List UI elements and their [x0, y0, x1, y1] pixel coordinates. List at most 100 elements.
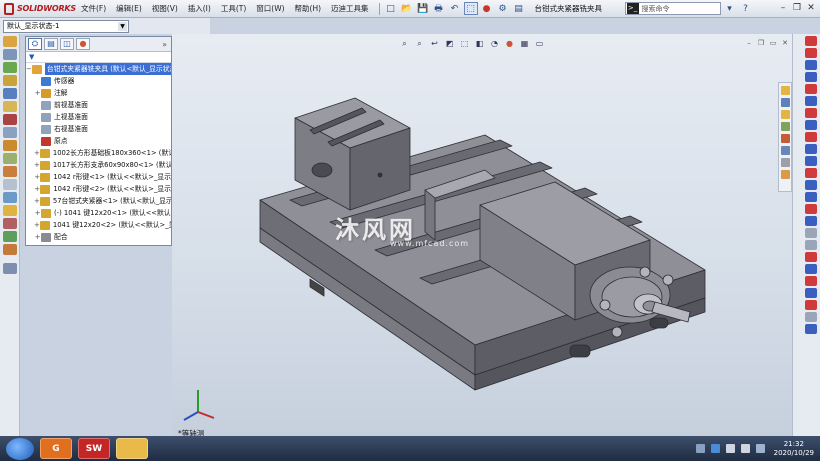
relations-icon[interactable] [805, 228, 817, 238]
instant3d-icon[interactable] [3, 231, 17, 242]
tray-expand-icon[interactable] [695, 444, 705, 453]
expand-plus-icon[interactable]: + [34, 231, 41, 243]
linear-pattern-icon[interactable] [3, 62, 17, 73]
explode-line-sketch-icon[interactable] [3, 179, 17, 190]
system-clock[interactable]: 21:32 2020/10/29 [774, 440, 814, 458]
viewport-close-icon[interactable]: ✕ [780, 39, 790, 48]
tree-item[interactable]: 上视基准面 [26, 111, 171, 123]
text-icon[interactable] [805, 168, 817, 178]
point-icon[interactable] [805, 144, 817, 154]
viewport-tile-icon[interactable]: ▭ [768, 39, 778, 48]
tab-configuration-manager[interactable]: ◫ [60, 38, 74, 50]
new-document-icon[interactable]: □ [384, 2, 398, 15]
offset-icon[interactable] [805, 192, 817, 202]
network-icon[interactable] [725, 444, 735, 453]
tree-item[interactable]: +1017长方形支承60x90x80<1> (默认 [26, 159, 171, 171]
rectangle-tool-icon[interactable] [805, 72, 817, 82]
print-icon[interactable]: 🖶 [432, 2, 446, 15]
tree-item[interactable]: +1042 r形键<1> (默认<<默认>_显示 [26, 171, 171, 183]
tree-item[interactable]: 传感器 [26, 75, 171, 87]
viewport-minimize-icon[interactable]: – [744, 39, 754, 48]
interference-detection-icon[interactable] [3, 192, 17, 203]
restore-icon[interactable]: ❐ [790, 1, 804, 15]
filter-bar[interactable]: ▼ [26, 52, 171, 63]
appearances-icon[interactable] [781, 134, 790, 143]
menu-file[interactable]: 文件(F) [76, 0, 111, 18]
start-button-icon[interactable] [6, 437, 34, 460]
taskbar-app-browser[interactable]: G [40, 438, 72, 459]
display-state-dropdown[interactable]: 默认_显示状态-1 ▼ [3, 19, 129, 33]
collapse-chevron-icon[interactable]: » [162, 40, 167, 49]
ellipse-icon[interactable] [805, 120, 817, 130]
tree-item[interactable]: +57台钳式夹紧器<1> (默认<默认_显示 [26, 195, 171, 207]
tree-item[interactable]: 右视基准面 [26, 123, 171, 135]
mate-icon[interactable] [3, 49, 17, 60]
view-settings-icon[interactable]: ▭ [533, 38, 546, 49]
mass-properties-icon[interactable] [3, 263, 17, 274]
menu-insert[interactable]: 插入(I) [183, 0, 216, 18]
display-style-icon[interactable]: ◧ [473, 38, 486, 49]
fixture-3d-model[interactable] [250, 90, 720, 420]
measure-icon[interactable] [3, 244, 17, 255]
arc-icon[interactable] [805, 96, 817, 106]
taskbar-app-explorer[interactable] [116, 438, 148, 459]
sketch-picture-icon[interactable] [805, 288, 817, 298]
fillet-icon[interactable] [805, 132, 817, 142]
scene-icon[interactable]: ▦ [518, 38, 531, 49]
pattern-icon[interactable] [805, 216, 817, 226]
view-palette-icon[interactable] [781, 122, 790, 131]
rebuild-traffic-light-icon[interactable]: ● [480, 2, 494, 15]
undo-icon[interactable]: ↶ [448, 2, 462, 15]
open-folder-icon[interactable]: 📂 [400, 2, 414, 15]
exploded-view-icon[interactable] [3, 166, 17, 177]
appearance-icon[interactable]: ● [503, 38, 516, 49]
expand-plus-icon[interactable]: + [34, 195, 40, 207]
new-motion-study-icon[interactable] [3, 140, 17, 151]
folder-icon[interactable] [781, 110, 790, 119]
tab-property-manager[interactable]: ▤ [44, 38, 58, 50]
hide-show-items-icon[interactable]: ◔ [488, 38, 501, 49]
tree-item[interactable]: + (-) 1041 键12x20<1> (默认<<默认 [26, 207, 171, 219]
search-commands-input[interactable]: >_ 搜索命令 [624, 2, 721, 15]
search-dropdown-icon[interactable]: ▾ [723, 2, 737, 15]
menu-window[interactable]: 窗口(W) [251, 0, 289, 18]
options-gear-icon[interactable]: ⚙ [496, 2, 510, 15]
quick-snaps-icon[interactable] [805, 252, 817, 262]
insert-component-icon[interactable] [3, 36, 17, 47]
tree-item[interactable]: + 注解 [26, 87, 171, 99]
clearance-verification-icon[interactable] [3, 205, 17, 216]
sketch-icon[interactable] [805, 36, 817, 46]
sketch-line-icon[interactable] [781, 86, 790, 95]
tree-item[interactable]: 原点 [26, 135, 171, 147]
assembly-features-icon[interactable] [3, 114, 17, 125]
tree-item[interactable]: +1002长方形基础板180x360<1> (默认 [26, 147, 171, 159]
exit-sketch-icon[interactable] [805, 324, 817, 334]
file-explorer-icon[interactable] [781, 170, 790, 179]
menu-help[interactable]: 帮助(H) [290, 0, 327, 18]
circle-icon[interactable] [805, 84, 817, 94]
tree-item[interactable]: + 配合 [26, 231, 171, 243]
expand-plus-icon[interactable]: + [34, 87, 41, 99]
move-entities-icon[interactable] [805, 264, 817, 274]
select-cursor-icon[interactable]: ⬚ [463, 2, 478, 15]
help-question-icon[interactable]: ? [739, 2, 753, 15]
repair-sketch-icon[interactable] [805, 240, 817, 250]
construction-geometry-icon[interactable] [805, 276, 817, 286]
rectangle-icon[interactable] [781, 98, 790, 107]
expand-plus-icon[interactable]: + [34, 159, 40, 171]
tree-item[interactable]: 前视基准面 [26, 99, 171, 111]
input-method-icon[interactable] [755, 444, 765, 453]
design-library-icon[interactable] [781, 158, 790, 167]
view-orientation-icon[interactable]: ⬚ [458, 38, 471, 49]
menu-maidi-tools[interactable]: 迈迪工具集 [326, 0, 374, 18]
previous-view-icon[interactable]: ↩ [428, 38, 441, 49]
menu-edit[interactable]: 编辑(E) [111, 0, 147, 18]
section-view-icon[interactable]: ◩ [443, 38, 456, 49]
spline-icon[interactable] [805, 108, 817, 118]
taskbar-app-solidworks[interactable]: SW [78, 438, 110, 459]
close-icon[interactable]: ✕ [804, 1, 818, 15]
reference-geometry-icon[interactable] [3, 127, 17, 138]
show-hidden-icon[interactable] [3, 101, 17, 112]
mirror-icon[interactable] [805, 204, 817, 214]
smart-fasteners-icon[interactable] [3, 75, 17, 86]
